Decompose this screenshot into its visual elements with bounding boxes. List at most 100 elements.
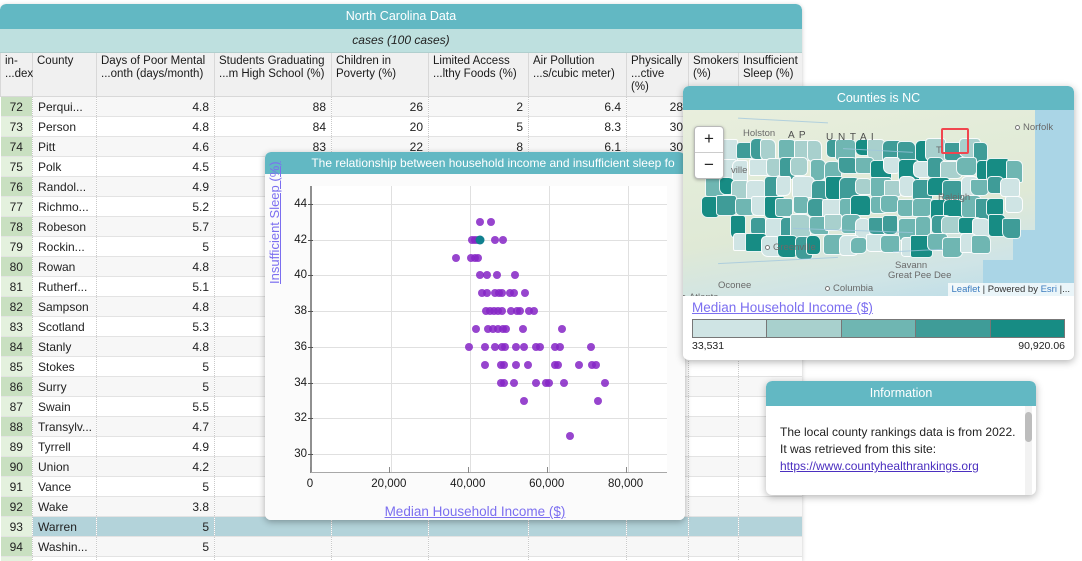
cell-index: 91 (0, 476, 33, 497)
map-county-polygon[interactable] (790, 157, 808, 176)
scatter-point[interactable] (515, 307, 524, 316)
scatter-point[interactable] (464, 342, 473, 351)
scatter-point[interactable] (594, 396, 603, 405)
cell-mental: 4.6 (96, 136, 215, 157)
x-tick-mark (310, 467, 311, 473)
table-row[interactable]: 94 Washin... 5 (0, 536, 802, 557)
scatter-point[interactable] (475, 217, 484, 226)
map-county-polygon[interactable] (1000, 177, 1020, 198)
scatter-point[interactable] (520, 342, 529, 351)
scatter-point[interactable] (574, 360, 583, 369)
table-row[interactable]: 95Watauga4.8 (0, 556, 802, 561)
map-county-polygon[interactable] (775, 175, 791, 197)
column-header-4[interactable]: Children in Poverty (%) (331, 53, 429, 97)
scatter-point[interactable] (474, 253, 483, 262)
scatter-point[interactable] (493, 271, 502, 280)
cell-poverty (331, 556, 429, 561)
scatter-point[interactable] (601, 378, 610, 387)
scatter-point[interactable] (480, 342, 489, 351)
scatter-point[interactable] (482, 271, 491, 280)
cell-index: 78 (0, 216, 33, 237)
column-header-1[interactable]: County (32, 53, 97, 97)
esri-link[interactable]: Esri (1041, 284, 1057, 295)
zoom-in-button[interactable]: + (695, 127, 723, 153)
scatter-point[interactable] (511, 360, 520, 369)
cell-inactive: 30 (626, 116, 689, 137)
scatter-point[interactable] (502, 325, 511, 333)
scatter-point[interactable] (500, 342, 509, 351)
scatter-point[interactable] (486, 217, 495, 226)
scatter-point[interactable] (498, 307, 507, 316)
scatter-point[interactable] (511, 342, 520, 351)
scatter-point[interactable] (499, 378, 508, 387)
scatter-point[interactable] (520, 396, 529, 405)
column-header-7[interactable]: Physically ...ctive (%) (626, 53, 689, 97)
scatter-point[interactable] (545, 378, 554, 387)
info-scrollbar-thumb[interactable] (1025, 412, 1032, 442)
map-county-polygon[interactable] (715, 195, 737, 217)
map-place-label: Columbia (833, 283, 874, 294)
scatter-point[interactable] (532, 378, 541, 387)
map-county-polygon[interactable] (912, 197, 933, 218)
cell-index: 93 (0, 516, 33, 537)
scatter-point[interactable] (472, 325, 481, 333)
scatter-point[interactable] (510, 378, 519, 387)
map-selected-county[interactable] (941, 128, 969, 154)
scatter-point[interactable] (554, 360, 563, 369)
column-header-0[interactable]: in- ...dex (0, 53, 33, 97)
x-tick-mark (625, 467, 627, 473)
column-header-6[interactable]: Air Pollution ...s/cubic meter) (528, 53, 627, 97)
scatter-point[interactable] (586, 342, 595, 351)
scatter-point[interactable] (500, 360, 509, 369)
map-county-polygon[interactable] (880, 194, 899, 213)
map-place-label: Norfolk (1023, 122, 1054, 133)
map-county-polygon[interactable] (792, 196, 809, 215)
cell-food: 2 (428, 96, 529, 117)
x-axis-label[interactable]: Median Household Income ($) (265, 504, 685, 519)
column-header-5[interactable]: Limited Access ...lthy Foods (%) (428, 53, 529, 97)
scatter-point[interactable] (482, 289, 491, 298)
scatter-point[interactable] (565, 432, 574, 441)
cell-sleep (738, 496, 802, 517)
scatter-point[interactable] (499, 235, 508, 244)
cell-air (528, 536, 627, 557)
scatter-point[interactable] (451, 253, 460, 262)
map-county-polygon[interactable] (850, 195, 872, 216)
cell-index: 76 (0, 176, 33, 197)
scatter-point[interactable] (530, 307, 539, 316)
zoom-out-button[interactable]: − (695, 153, 723, 178)
plot-area[interactable]: 30 32 34 36 38 40 42 44 (294, 186, 667, 472)
scatter-point[interactable] (519, 325, 528, 333)
cell-county: Person (32, 116, 97, 137)
scatter-point[interactable] (521, 289, 529, 298)
y-axis-label[interactable]: Insufficient Sleep (%) (267, 161, 282, 284)
map-zoom-controls[interactable]: + − (694, 126, 724, 179)
scatter-point[interactable] (591, 360, 600, 369)
table-row[interactable]: 73 Person 4.8 84 20 5 8.3 30 (0, 116, 802, 137)
map-county-polygon[interactable] (956, 157, 977, 177)
map-county-polygon[interactable] (971, 234, 992, 254)
scatter-point[interactable] (511, 271, 520, 280)
scatter-point[interactable] (558, 325, 567, 333)
scatter-point[interactable] (497, 289, 506, 298)
scatter-point[interactable] (535, 342, 544, 351)
column-header-3[interactable]: Students Graduating ...m High School (%) (214, 53, 332, 97)
gridline-vertical (469, 186, 471, 472)
scatter-point[interactable] (481, 360, 490, 369)
scatter-point-selected[interactable] (475, 235, 485, 245)
map-county-polygon[interactable] (1005, 195, 1023, 214)
source-link[interactable]: https://www.countyhealthrankings.org (780, 459, 979, 473)
leaflet-link[interactable]: Leaflet (952, 284, 981, 295)
scatter-point[interactable] (490, 235, 499, 244)
column-header-2[interactable]: Days of Poor Mental ...onth (days/month) (96, 53, 215, 97)
scatter-point[interactable] (559, 378, 568, 387)
scatter-point[interactable] (555, 342, 564, 351)
map-canvas[interactable]: + − Leaflet | Powered by Esri |... Holst… (683, 110, 1074, 296)
scatter-point[interactable] (509, 289, 518, 298)
map-county-polygon[interactable] (1002, 217, 1021, 240)
legend-title[interactable]: Median Household Income ($) (692, 300, 1065, 315)
scatter-point[interactable] (524, 360, 533, 369)
cell-index: 80 (0, 256, 33, 277)
map-county-polygon[interactable] (850, 237, 868, 255)
table-row[interactable]: 72 Perqui... 4.8 88 26 2 6.4 28 (0, 96, 802, 117)
